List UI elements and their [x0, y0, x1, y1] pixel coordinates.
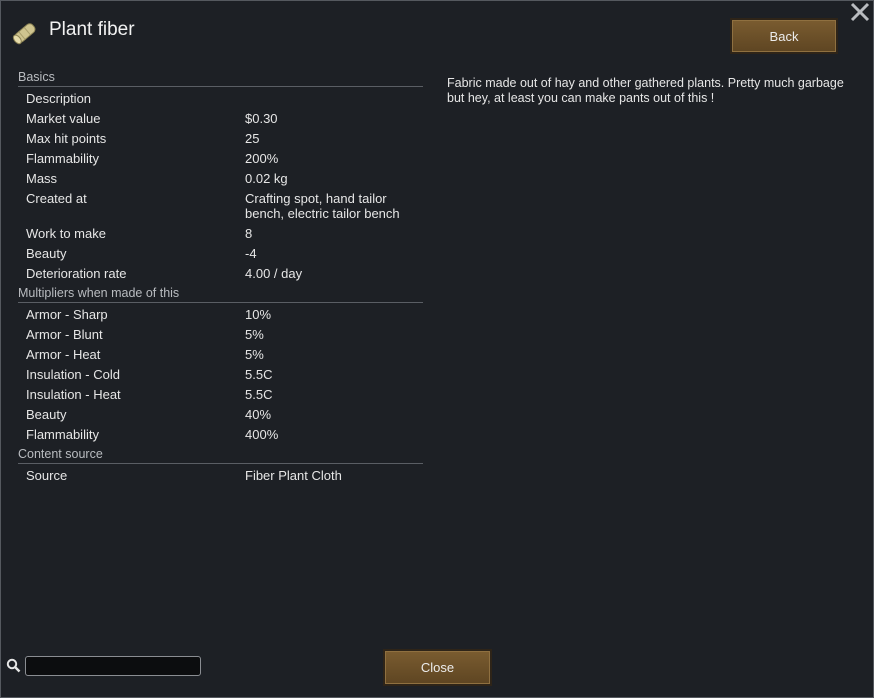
page-title: Plant fiber [49, 19, 135, 40]
stat-label: Source [26, 468, 68, 483]
section-basics: Basics Description Market value $0.30 Max… [18, 69, 423, 284]
close-icon[interactable] [849, 1, 871, 23]
item-description: Fabric made out of hay and other gathere… [447, 76, 844, 105]
stat-value: 0.02 kg [245, 171, 288, 186]
section-heading: Multipliers when made of this [18, 285, 423, 303]
section-heading: Basics [18, 69, 423, 87]
stat-value: 10% [245, 307, 272, 322]
section-heading: Content source [18, 446, 423, 464]
search-input[interactable] [25, 656, 201, 676]
stat-value: 5% [245, 327, 264, 342]
stat-row[interactable]: Work to make 8 [18, 224, 423, 244]
stat-row[interactable]: Armor - Blunt 5% [18, 325, 423, 345]
stat-label: Insulation - Heat [26, 387, 121, 402]
stat-value: -4 [245, 246, 257, 261]
stat-row[interactable]: Armor - Heat 5% [18, 345, 423, 365]
stat-label: Armor - Sharp [26, 307, 108, 322]
stat-row[interactable]: Created at Crafting spot, hand tailor ben… [18, 189, 423, 224]
stat-row[interactable]: Description [18, 89, 423, 109]
stat-row[interactable]: Beauty 40% [18, 405, 423, 425]
stat-value [245, 91, 420, 106]
stat-label: Market value [26, 111, 101, 126]
stat-value: 5.5C [245, 387, 273, 402]
stat-value: 5.5C [245, 367, 273, 382]
stat-row[interactable]: Max hit points 25 [18, 129, 423, 149]
plant-fiber-icon [12, 23, 36, 45]
stat-row[interactable]: Mass 0.02 kg [18, 169, 423, 189]
stat-value: 200% [245, 151, 279, 166]
stat-label: Armor - Heat [26, 347, 101, 362]
stat-row[interactable]: Deterioration rate 4.00 / day [18, 264, 423, 284]
back-button[interactable]: Back [730, 18, 838, 54]
stat-value: Crafting spot, hand tailor bench, electr… [245, 191, 400, 221]
stat-label: Deterioration rate [26, 266, 127, 281]
stat-value: 25 [245, 131, 260, 146]
stat-value: 400% [245, 427, 279, 442]
stat-label: Created at [26, 191, 87, 206]
close-button[interactable]: Close [383, 649, 492, 686]
stat-label: Max hit points [26, 131, 107, 146]
search-icon [6, 658, 21, 673]
stat-value: Fiber Plant Cloth [245, 468, 342, 483]
stat-label: Flammability [26, 427, 99, 442]
stat-label: Description [26, 91, 92, 106]
stat-row[interactable]: Source Fiber Plant Cloth [18, 466, 423, 486]
stat-row[interactable]: Insulation - Cold 5.5C [18, 365, 423, 385]
stat-label: Mass [26, 171, 58, 186]
stat-label: Work to make [26, 226, 106, 241]
stat-value: 40% [245, 407, 272, 422]
section-content-source: Content source Source Fiber Plant Cloth [18, 446, 423, 486]
stat-value: 8 [245, 226, 253, 241]
stat-row[interactable]: Flammability 400% [18, 425, 423, 445]
stat-value: 5% [245, 347, 264, 362]
stat-row[interactable]: Flammability 200% [18, 149, 423, 169]
info-dialog: Plant fiber Back Basics Description Mark… [0, 0, 874, 698]
stats-panel: Basics Description Market value $0.30 Max… [18, 69, 423, 487]
stat-label: Beauty [26, 407, 67, 422]
stat-row[interactable]: Insulation - Heat 5.5C [18, 385, 423, 405]
stat-label: Beauty [26, 246, 67, 261]
stat-row[interactable]: Armor - Sharp 10% [18, 305, 423, 325]
stat-label: Insulation - Cold [26, 367, 120, 382]
section-multipliers: Multipliers when made of this Armor - Sh… [18, 285, 423, 445]
stat-label: Flammability [26, 151, 99, 166]
stat-row[interactable]: Market value $0.30 [18, 109, 423, 129]
stat-value: 4.00 / day [245, 266, 303, 281]
stat-value: $0.30 [245, 111, 278, 126]
stat-label: Armor - Blunt [26, 327, 103, 342]
stat-row[interactable]: Beauty -4 [18, 244, 423, 264]
